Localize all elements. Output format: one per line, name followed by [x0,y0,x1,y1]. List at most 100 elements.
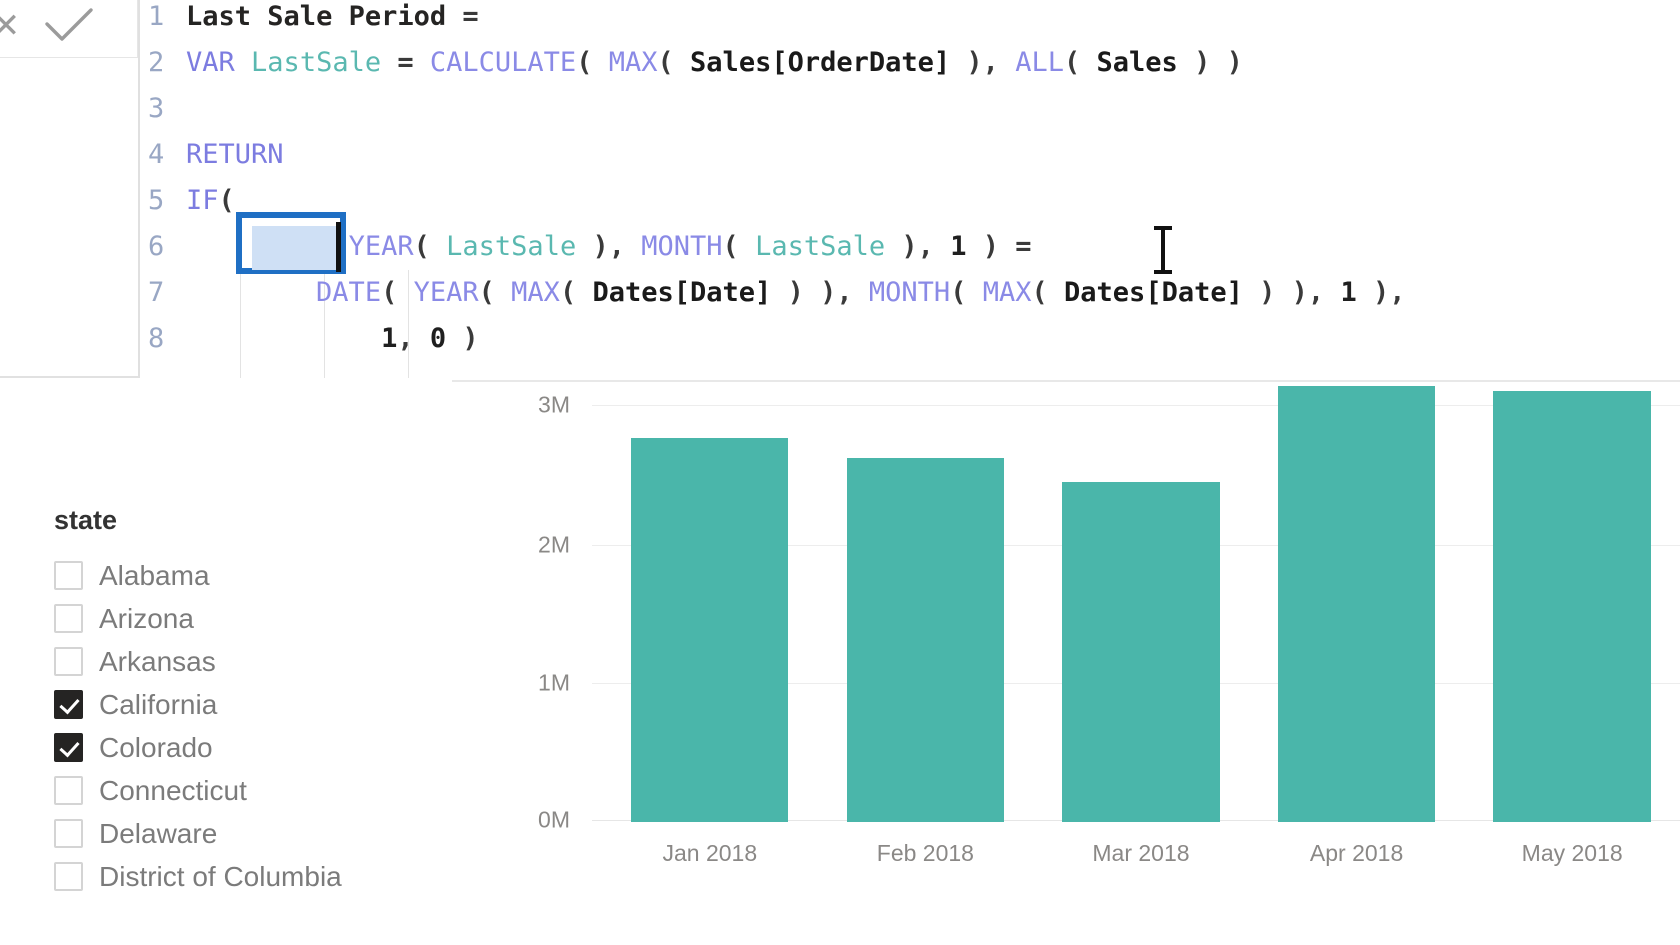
code-space [1080,47,1096,78]
code-punctuation: ) [901,231,917,262]
checkbox-icon[interactable] [54,862,83,891]
chart-bar[interactable] [1278,386,1435,822]
line-number: 7 [140,270,182,316]
line-number: 8 [140,316,182,362]
code-space [966,277,982,308]
code-column-ref: [Date] [1145,277,1243,308]
state-slicer-item-california[interactable]: California [54,683,474,726]
code-punctuation: ( [414,231,430,262]
y-axis-tick: 0M [452,807,570,834]
checkbox-icon[interactable] [54,647,83,676]
code-space [625,231,641,262]
code-line[interactable]: DATE( YEAR( LastSale ), MONTH( LastSale … [182,224,1680,270]
state-slicer-item-label: Arizona [99,603,194,635]
state-slicer-item-arizona[interactable]: Arizona [54,597,474,640]
state-slicer-item-label: California [99,689,217,721]
code-variable: LastSale [251,47,381,78]
chart-bar[interactable] [631,438,788,822]
state-slicer-item-district-of-columbia[interactable]: District of Columbia [54,855,474,898]
code-space [381,47,397,78]
bar-slot [1033,382,1249,822]
chart-bar[interactable] [1493,391,1650,822]
checkbox-icon[interactable] [54,604,83,633]
checkbox-checked-icon[interactable] [54,690,83,719]
state-slicer-item-delaware[interactable]: Delaware [54,812,474,855]
checkbox-icon[interactable] [54,776,83,805]
y-axis-tick: 1M [452,670,570,697]
state-slicer-item-label: Arkansas [99,646,216,678]
state-slicer-item-connecticut[interactable]: Connecticut [54,769,474,812]
code-punctuation: , [609,231,625,262]
code-punctuation: = [1015,231,1031,262]
code-table-ref: Dates [592,277,673,308]
code-space [804,277,820,308]
code-variable: LastSale [755,231,885,262]
code-line[interactable]: VAR LastSale = CALCULATE( MAX( Sales[Ord… [182,40,1680,86]
code-space [576,277,592,308]
column-chart[interactable]: 3M 2M 1M 0M Jan 2018Feb 2018Mar 2018Apr … [452,380,1680,945]
y-axis-tick: 3M [452,392,570,419]
code-punctuation: ) [983,231,999,262]
code-punctuation: ) [1373,277,1389,308]
code-space [446,1,462,32]
x-axis-tick: May 2018 [1464,822,1680,882]
code-punctuation: , [983,47,999,78]
code-function: MAX [983,277,1032,308]
code-line[interactable]: RETURN [182,132,1680,178]
code-punctuation: = [397,47,413,78]
code-space [414,323,430,354]
code-column-ref: [OrderDate] [771,47,950,78]
code-punctuation: ( [316,231,332,262]
code-line[interactable] [182,86,1680,132]
bar-slot [602,382,818,822]
code-punctuation: ( [576,47,592,78]
code-line[interactable]: Last Sale Period = [182,0,1680,40]
code-punctuation: ( [479,277,495,308]
code-keyword: IF [186,185,219,216]
x-axis-tick: Jan 2018 [602,822,818,882]
code-space [495,277,511,308]
code-space [999,47,1015,78]
report-canvas: Year 20 20 20 20 state Alabama Arizona [0,0,1680,945]
state-slicer-item-alabama[interactable]: Alabama [54,554,474,597]
code-punctuation: ) [1259,277,1275,308]
code-punctuation: ) [592,231,608,262]
checkbox-icon[interactable] [54,819,83,848]
line-number: 4 [140,132,182,178]
code-column-ref: [Date] [674,277,772,308]
state-slicer-item-colorado[interactable]: Colorado [54,726,474,769]
code-punctuation: ) [788,277,804,308]
chart-bar[interactable] [847,458,1004,822]
state-slicer[interactable]: state Alabama Arizona Arkansas Californi… [54,505,474,898]
code-panel[interactable]: 1 2 3 4 5 6 7 8 Last Sale Period =VAR La… [138,0,1680,378]
code-function: ALL [1015,47,1064,78]
code-punctuation: , [1308,277,1324,308]
code-punctuation: ) [1227,47,1243,78]
code-line[interactable]: 1, 0 ) [182,316,1680,362]
code-measure-name: Last [186,1,251,32]
code-punctuation: ) [462,323,478,354]
checkbox-checked-icon[interactable] [54,733,83,762]
code-space [853,277,869,308]
dax-code[interactable]: Last Sale Period =VAR LastSale = CALCULA… [182,0,1680,362]
state-slicer-item-label: Colorado [99,732,213,764]
checkbox-icon[interactable] [54,561,83,590]
cancel-formula-button[interactable]: ✕ [0,2,26,50]
line-number: 3 [140,86,182,132]
code-space [771,277,787,308]
dax-formula-editor[interactable]: ✕ 1 2 3 4 5 6 7 8 Last Sale Period =VAR … [0,0,1680,378]
code-line[interactable]: DATE( YEAR( MAX( Dates[Date] ) ), MONTH(… [182,270,1680,316]
code-space [674,47,690,78]
code-punctuation: ( [1064,47,1080,78]
code-line[interactable]: IF( [182,178,1680,224]
code-measure-name: Period [349,1,447,32]
code-function: CALCULATE [430,47,576,78]
close-icon: ✕ [0,6,20,46]
code-space [446,323,462,354]
state-slicer-item-arkansas[interactable]: Arkansas [54,640,474,683]
code-punctuation: ) [1292,277,1308,308]
state-slicer-item-label: District of Columbia [99,861,342,893]
code-space [397,277,413,308]
chart-bar[interactable] [1062,482,1219,822]
code-variable: LastSale [446,231,576,262]
